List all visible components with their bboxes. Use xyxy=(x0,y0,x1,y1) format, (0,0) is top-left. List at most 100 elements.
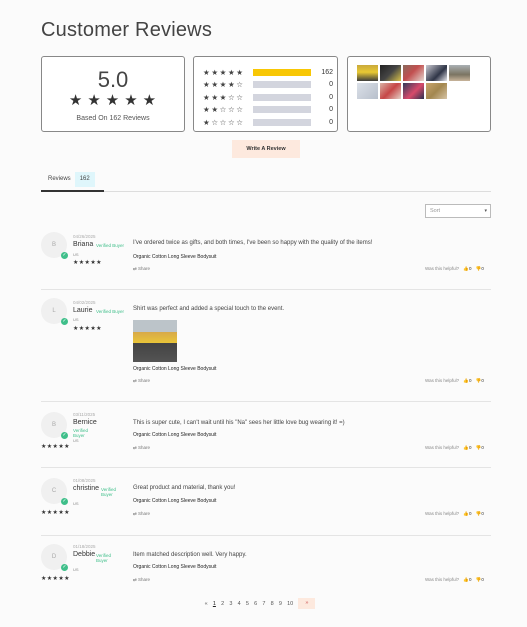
thumbs-down-count: 0 xyxy=(481,378,484,383)
reviewer-location: US xyxy=(73,317,79,322)
share-icon: ⇄ xyxy=(133,378,137,383)
thumbs-up-button[interactable]: 👍0 xyxy=(463,511,471,516)
tab-reviews-count: 162 xyxy=(74,172,95,187)
share-link[interactable]: ⇄ Share xyxy=(133,378,150,384)
customer-photo[interactable] xyxy=(426,65,447,81)
customer-photo[interactable] xyxy=(380,83,401,99)
customer-photo[interactable] xyxy=(403,83,424,99)
verified-check-icon: ✓ xyxy=(61,432,68,439)
page-link[interactable]: 5 xyxy=(246,601,249,607)
review-product[interactable]: Organic Cotton Long Sleeve Bodysuit xyxy=(133,498,216,504)
thumbs-down-button[interactable]: 👎0 xyxy=(476,445,484,450)
review-product[interactable]: Organic Cotton Long Sleeve Bodysuit xyxy=(133,432,216,438)
helpful-label: Was this helpful? xyxy=(425,266,460,271)
rating-row-5[interactable]: ★★★★★ 162 xyxy=(203,66,337,79)
thumbs-up-button[interactable]: 👍0 xyxy=(463,266,471,271)
thumbs-up-button[interactable]: 👍0 xyxy=(463,445,471,450)
page-link[interactable]: 7 xyxy=(262,601,265,607)
reviewer-name: Laurie xyxy=(73,307,93,314)
thumbs-down-button[interactable]: 👎0 xyxy=(476,511,484,516)
customer-photo[interactable] xyxy=(403,65,424,81)
rating-bar xyxy=(253,93,311,101)
page-link[interactable]: 3 xyxy=(229,601,232,607)
customer-photo[interactable] xyxy=(380,65,401,81)
average-score: 5.0 xyxy=(97,67,129,92)
verified-check-icon: ✓ xyxy=(61,318,68,325)
share-link[interactable]: ⇄ Share xyxy=(133,445,150,451)
customer-photo[interactable] xyxy=(426,83,447,99)
page-link[interactable]: 6 xyxy=(254,601,257,607)
share-link[interactable]: ⇄ Share xyxy=(133,266,150,272)
thumbs-down-button[interactable]: 👎0 xyxy=(476,266,484,271)
share-link[interactable]: ⇄ Share xyxy=(133,577,150,583)
review-item: B ✓ 03/11/2025 Bernice Verified Buyer US… xyxy=(41,406,491,468)
helpful-votes: Was this helpful? 👍0 👎0 xyxy=(425,511,484,517)
review-stars: ★★★★★ xyxy=(41,444,70,450)
page-link-current[interactable]: 1 xyxy=(213,601,216,607)
verified-check-icon: ✓ xyxy=(61,252,68,259)
helpful-votes: Was this helpful? 👍0 👎0 xyxy=(425,577,484,583)
rating-row-3[interactable]: ★★★☆☆ 0 xyxy=(203,91,337,104)
photo-grid xyxy=(357,65,487,99)
helpful-votes: Was this helpful? 👍0 👎0 xyxy=(425,445,484,451)
rating-row-stars: ★☆☆☆☆ xyxy=(203,117,245,127)
share-label: Share xyxy=(138,266,151,271)
verified-badge: Verified Buyer xyxy=(96,243,125,248)
rating-count: 0 xyxy=(329,106,333,114)
page-link[interactable]: 4 xyxy=(238,601,241,607)
rating-row-4[interactable]: ★★★★☆ 0 xyxy=(203,79,337,92)
page-link[interactable]: 8 xyxy=(271,601,274,607)
rating-row-2[interactable]: ★★☆☆☆ 0 xyxy=(203,104,337,117)
review-tabs: Reviews 162 xyxy=(41,172,491,192)
rating-count: 0 xyxy=(329,118,333,126)
helpful-label: Was this helpful? xyxy=(425,378,460,383)
sort-placeholder: Sort xyxy=(430,208,441,214)
page-link[interactable]: 2 xyxy=(221,601,224,607)
thumbs-down-count: 0 xyxy=(481,511,484,516)
review-item: B ✓ 04/26/2025 Briana Verified Buyer US … xyxy=(41,228,491,290)
customer-photos-box xyxy=(347,56,491,132)
share-label: Share xyxy=(138,445,151,450)
share-link[interactable]: ⇄ Share xyxy=(133,511,150,517)
helpful-label: Was this helpful? xyxy=(425,511,460,516)
reviewer-location: US xyxy=(73,438,79,443)
thumbs-up-button[interactable]: 👍0 xyxy=(463,378,471,383)
rating-count: 162 xyxy=(321,68,333,76)
review-item: D ✓ 01/18/2025 Debbie Verified Buyer US … xyxy=(41,540,491,592)
customer-photo[interactable] xyxy=(449,65,470,81)
review-product[interactable]: Organic Cotton Long Sleeve Bodysuit xyxy=(133,564,216,570)
rating-count: 0 xyxy=(329,93,333,101)
review-item: C ✓ 01/08/2025 christine Verified Buyer … xyxy=(41,472,491,536)
share-label: Share xyxy=(138,511,151,516)
thumbs-down-button[interactable]: 👎0 xyxy=(476,378,484,383)
review-date: 03/11/2025 xyxy=(73,412,96,417)
verified-badge: Verified Buyer xyxy=(96,309,125,314)
review-body: Great product and material, thank you! xyxy=(133,485,236,491)
customer-photo[interactable] xyxy=(357,83,378,99)
review-product[interactable]: Organic Cotton Long Sleeve Bodysuit xyxy=(133,254,216,260)
rating-row-stars: ★★☆☆☆ xyxy=(203,105,245,115)
thumbs-up-count: 0 xyxy=(468,577,472,582)
review-product[interactable]: Organic Cotton Long Sleeve Bodysuit xyxy=(133,366,216,372)
share-label: Share xyxy=(138,577,151,582)
rating-bar xyxy=(253,106,311,114)
page-link[interactable]: 10 xyxy=(287,601,293,607)
page-link[interactable]: 9 xyxy=(279,601,282,607)
review-date: 01/08/2025 xyxy=(73,478,96,483)
rating-row-1[interactable]: ★☆☆☆☆ 0 xyxy=(203,116,337,129)
pagination-next[interactable]: » xyxy=(298,598,316,609)
write-review-button[interactable]: Write A Review xyxy=(232,140,300,158)
sort-select[interactable]: Sort ▾ xyxy=(425,204,491,218)
thumbs-up-button[interactable]: 👍0 xyxy=(463,577,471,582)
review-photo[interactable] xyxy=(133,320,177,362)
thumbs-down-button[interactable]: 👎0 xyxy=(476,577,484,582)
reviewer-name: christine xyxy=(73,485,100,492)
reviewer-location: US xyxy=(73,501,79,506)
helpful-label: Was this helpful? xyxy=(425,577,460,582)
tab-reviews[interactable]: Reviews 162 xyxy=(41,172,104,192)
thumbs-up-count: 0 xyxy=(468,378,472,383)
pagination-prev[interactable]: « xyxy=(205,601,208,607)
review-stars: ★★★★★ xyxy=(41,510,70,516)
customer-photo[interactable] xyxy=(357,65,378,81)
review-body: This is super cute, I can't wait until h… xyxy=(133,420,345,426)
